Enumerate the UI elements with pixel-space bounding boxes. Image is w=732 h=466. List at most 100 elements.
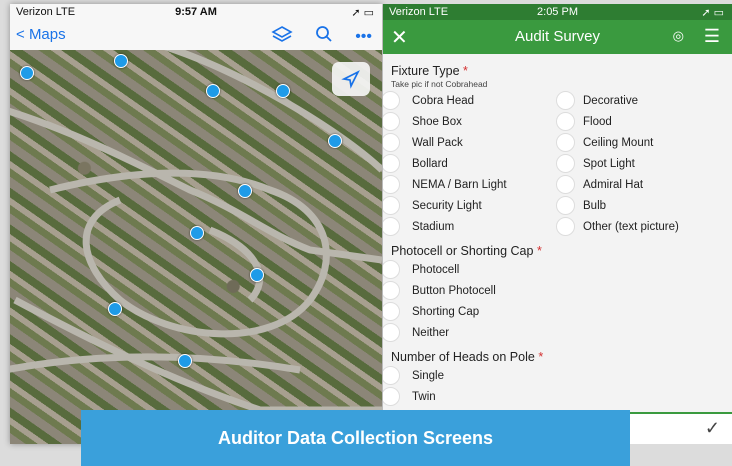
radio-button[interactable]	[556, 112, 575, 131]
radio-option[interactable]: Bollard	[383, 154, 556, 173]
radio-label: Stadium	[412, 220, 455, 233]
radio-button[interactable]	[556, 217, 575, 236]
radio-label: Photocell	[412, 263, 460, 276]
radio-option[interactable]: Shoe Box	[383, 112, 556, 131]
radio-button[interactable]	[383, 133, 400, 152]
radio-option[interactable]: Stadium	[383, 217, 556, 236]
status-bar: Verizon LTE 2:05 PM ➚ ▭	[383, 4, 732, 20]
radio-label: Security Light	[412, 199, 482, 212]
layers-icon[interactable]	[271, 25, 293, 48]
radio-button[interactable]	[556, 175, 575, 194]
submit-check-icon[interactable]: ✓	[705, 418, 720, 439]
question-heads: Number of Heads on Pole *	[391, 350, 724, 364]
radio-option[interactable]: Cobra Head	[383, 91, 556, 110]
map-pin[interactable]	[328, 134, 342, 148]
map-pin[interactable]	[20, 66, 34, 80]
radio-option[interactable]: Wall Pack	[383, 133, 556, 152]
required-marker: *	[463, 64, 468, 78]
clock: 2:05 PM	[537, 6, 578, 18]
radio-option[interactable]: Security Light	[383, 196, 556, 215]
battery-icon: ➚ ▭	[351, 7, 374, 19]
radio-button[interactable]	[383, 196, 400, 215]
radio-button[interactable]	[383, 281, 400, 300]
radio-button[interactable]	[556, 91, 575, 110]
location-arrow-button[interactable]	[332, 62, 370, 96]
map-pin[interactable]	[114, 54, 128, 68]
radio-button[interactable]	[383, 366, 400, 385]
map-pin[interactable]	[108, 302, 122, 316]
heads-options: Single Twin	[383, 366, 724, 406]
fixture-options: Cobra Head Decorative Shoe Box Flood Wall Pa…	[383, 91, 726, 236]
radio-option[interactable]: Twin	[383, 387, 724, 406]
radio-label: Wall Pack	[412, 136, 463, 149]
map-pin[interactable]	[190, 226, 204, 240]
radio-label: NEMA / Barn Light	[412, 178, 507, 191]
map-navbar: < Maps •••	[10, 20, 382, 51]
map-pin[interactable]	[238, 184, 252, 198]
radio-option[interactable]: Photocell	[383, 260, 724, 279]
map-pin[interactable]	[206, 84, 220, 98]
satellite-map[interactable]	[10, 50, 382, 444]
radio-label: Twin	[412, 390, 436, 403]
back-label: Maps	[28, 26, 66, 43]
radio-option[interactable]: Decorative	[556, 91, 726, 110]
battery-icon: ➚ ▭	[701, 7, 724, 19]
photocell-options: Photocell Button Photocell Shorting Cap Nei…	[383, 260, 724, 342]
radio-button[interactable]	[383, 323, 400, 342]
caption-banner: Auditor Data Collection Screens	[81, 410, 630, 466]
question-fixture-type: Fixture Type *	[391, 64, 724, 78]
survey-screen: Verizon LTE 2:05 PM ➚ ▭ ✕ Audit Survey ◎…	[383, 4, 732, 444]
radio-button[interactable]	[383, 387, 400, 406]
search-icon[interactable]	[315, 25, 333, 48]
radio-option[interactable]: Button Photocell	[383, 281, 724, 300]
radio-label: Shorting Cap	[412, 305, 480, 318]
question-photocell: Photocell or Shorting Cap *	[391, 244, 724, 258]
radio-button[interactable]	[383, 217, 400, 236]
radio-label: Other (text picture)	[583, 220, 679, 233]
menu-icon[interactable]: ☰	[704, 26, 720, 47]
radio-button[interactable]	[556, 196, 575, 215]
radio-label: Button Photocell	[412, 284, 496, 297]
map-screen: Verizon LTE 9:57 AM ➚ ▭ < Maps •••	[10, 4, 382, 444]
radio-label: Decorative	[583, 94, 638, 107]
radio-button[interactable]	[556, 133, 575, 152]
radio-label: Bulb	[583, 199, 607, 212]
question-label: Fixture Type	[391, 64, 460, 78]
radio-option[interactable]: Ceiling Mount	[556, 133, 726, 152]
question-hint: Take pic if not Cobrahead	[391, 79, 488, 89]
radio-button[interactable]	[383, 175, 400, 194]
location-arrow-icon	[341, 70, 360, 89]
back-button[interactable]: < Maps	[16, 26, 66, 43]
radio-option[interactable]: Spot Light	[556, 154, 726, 173]
map-pin[interactable]	[276, 84, 290, 98]
map-pin[interactable]	[178, 354, 192, 368]
map-roads	[10, 50, 382, 414]
radio-option[interactable]: Shorting Cap	[383, 302, 724, 321]
radio-button[interactable]	[383, 112, 400, 131]
radio-option[interactable]: NEMA / Barn Light	[383, 175, 556, 194]
radio-label: Spot Light	[583, 157, 635, 170]
status-bar: Verizon LTE 9:57 AM ➚ ▭	[10, 4, 382, 20]
radio-option[interactable]: Flood	[556, 112, 726, 131]
question-label: Photocell or Shorting Cap	[391, 244, 534, 258]
radio-button[interactable]	[383, 154, 400, 173]
radio-button[interactable]	[383, 302, 400, 321]
radio-label: Bollard	[412, 157, 448, 170]
map-pin[interactable]	[250, 268, 264, 282]
gps-icon[interactable]: ◎	[673, 28, 684, 44]
clock: 9:57 AM	[175, 6, 217, 18]
radio-button[interactable]	[383, 91, 400, 110]
required-marker: *	[538, 350, 544, 364]
radio-button[interactable]	[556, 154, 575, 173]
more-button[interactable]: •••	[355, 28, 372, 46]
radio-option[interactable]: Single	[383, 366, 724, 385]
radio-option[interactable]: Admiral Hat	[556, 175, 726, 194]
survey-form: Fixture Type * Take pic if not Cobrahead…	[383, 54, 732, 406]
radio-button[interactable]	[383, 260, 400, 279]
question-label: Number of Heads on Pole	[391, 350, 535, 364]
radio-option[interactable]: Neither	[383, 323, 724, 342]
radio-option[interactable]: Bulb	[556, 196, 726, 215]
app-header: ✕ Audit Survey ◎ ☰	[383, 20, 732, 54]
radio-label: Ceiling Mount	[583, 136, 654, 149]
radio-option[interactable]: Other (text picture)	[556, 217, 726, 236]
